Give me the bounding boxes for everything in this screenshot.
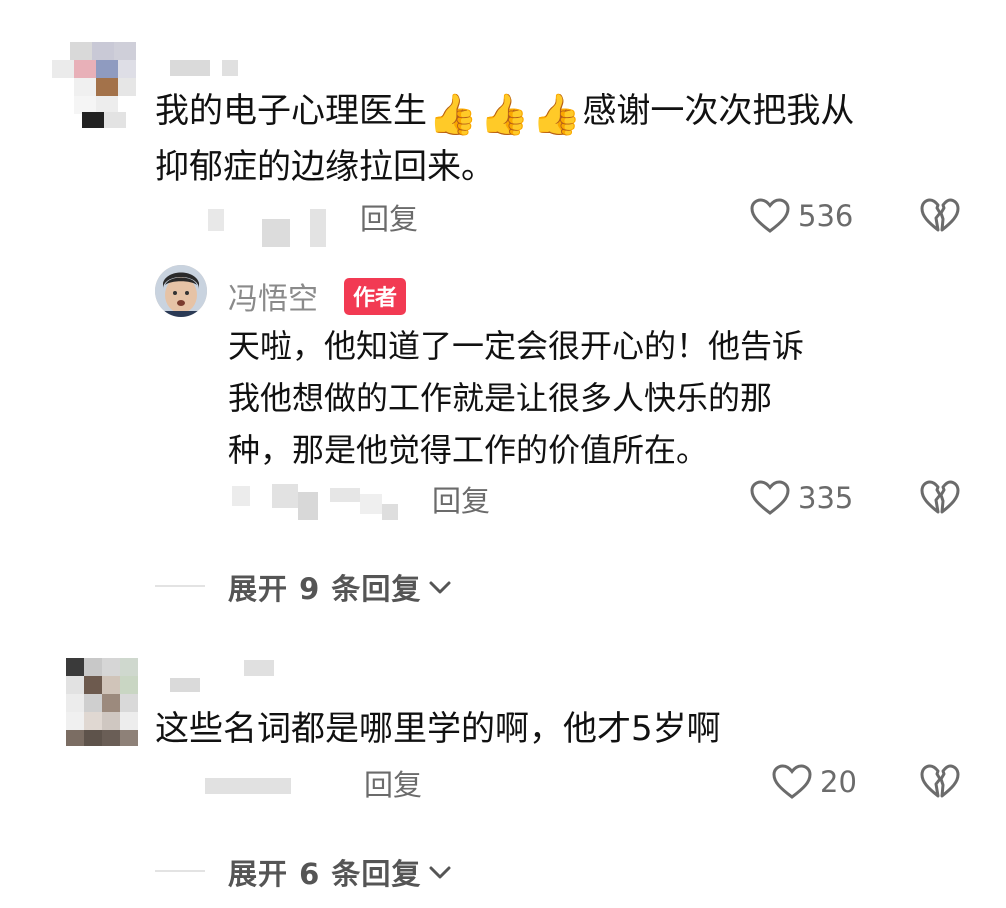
like-button[interactable]: 20 [772, 762, 857, 802]
reply-button[interactable]: 回复 [364, 762, 422, 804]
comment-time [205, 778, 295, 796]
reply-text-line3: 种，那是他觉得工作的价值所在。 [228, 431, 709, 469]
avatar[interactable] [52, 42, 136, 128]
username[interactable] [170, 660, 280, 694]
broken-heart-icon [920, 198, 960, 232]
avatar[interactable] [66, 658, 138, 746]
dislike-button[interactable] [920, 764, 960, 804]
comment-text: 我的电子心理医生👍👍👍感谢一次次把我从 [155, 91, 855, 138]
heart-outline-icon [750, 198, 790, 233]
expand-replies-button[interactable]: 展开 6 条回复 [228, 851, 453, 893]
reply-time [230, 480, 410, 524]
broken-heart-icon [920, 764, 960, 798]
author-badge: 作者 [344, 278, 407, 315]
comment-time [170, 205, 330, 247]
chevron-down-icon [429, 581, 451, 594]
thumbs-up-icon: 👍 [479, 92, 530, 138]
chevron-down-icon [429, 866, 451, 879]
comment-text-line2: 抑郁症的边缘拉回来。 [155, 147, 495, 187]
expand-replies-label: 展开 6 条回复 [228, 857, 422, 891]
reply-button[interactable]: 回复 [432, 478, 490, 520]
like-button[interactable]: 536 [750, 196, 853, 236]
like-count: 20 [820, 765, 857, 799]
dislike-button[interactable] [920, 198, 960, 238]
like-count: 536 [798, 199, 854, 233]
dislike-button[interactable] [920, 480, 960, 520]
broken-heart-icon [920, 480, 960, 514]
thumbs-up-icon: 👍 [531, 92, 582, 138]
expand-replies-button[interactable]: 展开 9 条回复 [228, 566, 453, 608]
divider [155, 870, 205, 872]
like-button[interactable]: 335 [750, 478, 853, 518]
reply-text-line1: 天啦，他知道了一定会很开心的！他告诉 [228, 327, 805, 365]
reply-text-line2: 我他想做的工作就是让很多人快乐的那 [228, 379, 773, 417]
expand-replies-label: 展开 9 条回复 [228, 572, 422, 606]
like-count: 335 [798, 481, 854, 515]
username[interactable] [170, 60, 250, 78]
heart-outline-icon [750, 480, 790, 515]
author-avatar[interactable] [155, 265, 207, 317]
divider [155, 585, 205, 587]
author-name[interactable]: 冯悟空 [228, 274, 318, 318]
heart-outline-icon [772, 764, 812, 799]
reply-button[interactable]: 回复 [360, 196, 418, 238]
comment-text: 这些名词都是哪里学的啊，他才5岁啊 [155, 709, 721, 749]
thumbs-up-icon: 👍 [428, 92, 478, 138]
